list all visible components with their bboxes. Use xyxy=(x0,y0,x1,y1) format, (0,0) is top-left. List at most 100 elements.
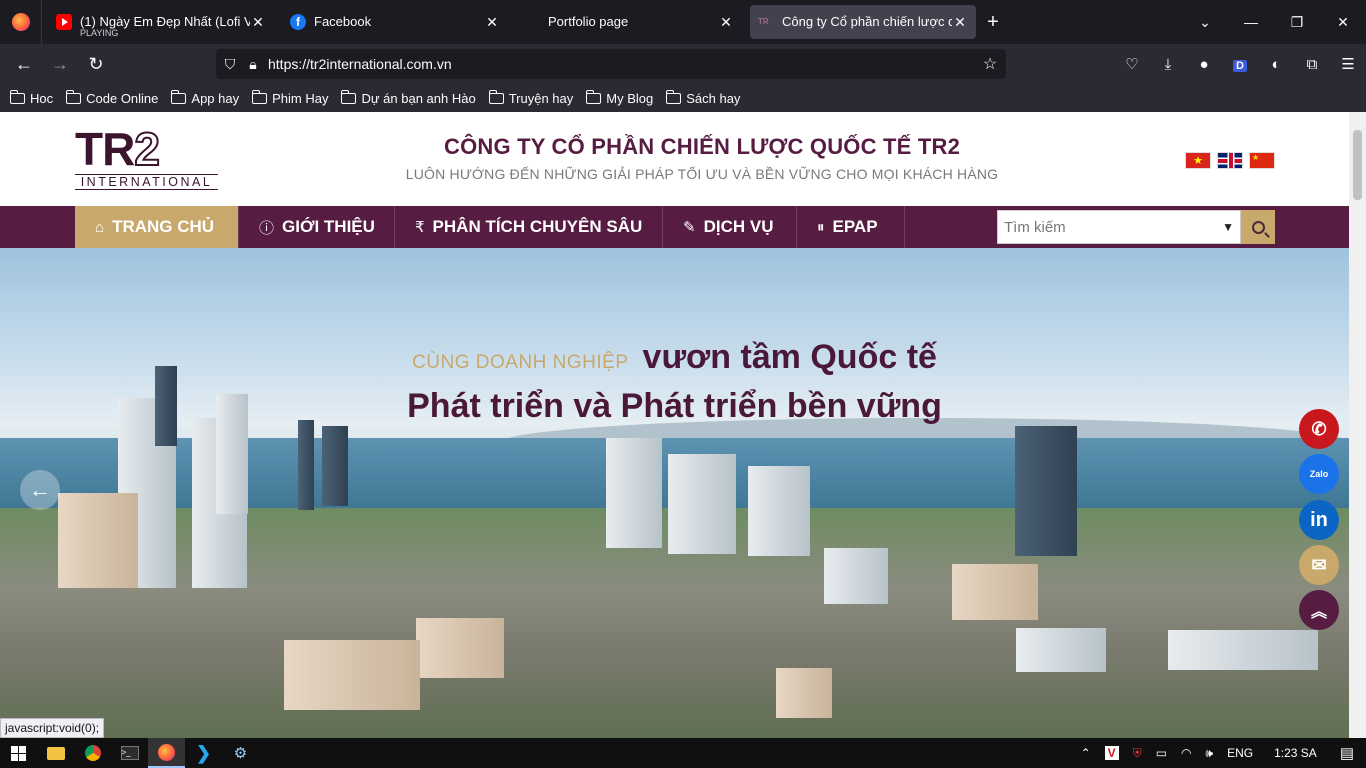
bookmark-star-icon[interactable]: ☆ xyxy=(974,54,1006,74)
menu-label: GIỚI THIỆU xyxy=(282,217,375,236)
search-input[interactable]: Tìm kiếm ▼ xyxy=(997,210,1241,244)
chrome-icon[interactable] xyxy=(74,738,111,768)
tab-tr2[interactable]: TR Công ty Cổ phần chiến lược qu ✕ xyxy=(750,5,976,39)
start-button[interactable] xyxy=(0,738,37,768)
language-switcher: ★ ★ xyxy=(1185,152,1275,169)
restore-icon[interactable]: ❐ xyxy=(1274,14,1320,31)
hero-headline: CÙNG DOANH NGHIỆP vươn tầm Quốc tế Phát t… xyxy=(0,338,1349,426)
bookmark-label: My Blog xyxy=(606,90,654,106)
tab-title: Facebook xyxy=(314,15,372,29)
scroll-top-button[interactable]: ︽ xyxy=(1299,590,1339,630)
extension-color-icon[interactable]: ◐ xyxy=(1258,56,1294,73)
shield-icon[interactable]: ⛉ xyxy=(216,56,244,73)
menu-item-home[interactable]: ⌂ TRANG CHỦ xyxy=(75,206,239,248)
back-icon[interactable]: ← xyxy=(6,54,42,75)
firefox-menu[interactable] xyxy=(0,0,42,44)
terminal-icon[interactable]: >_ xyxy=(111,738,148,768)
url-bar[interactable]: ⛉ 🔒︎ https://tr2international.com.vn ☆ xyxy=(216,49,1006,79)
building xyxy=(952,564,1038,620)
linkedin-button[interactable]: in xyxy=(1299,500,1339,540)
chevron-down-icon[interactable]: ▼ xyxy=(1222,220,1234,234)
notifications-icon[interactable]: ▤ xyxy=(1340,744,1354,762)
email-button[interactable]: ✉ xyxy=(1299,545,1339,585)
edit-icon: ✎ xyxy=(683,219,696,236)
bookmark-folder[interactable]: App hay xyxy=(171,89,240,106)
tab-list-icon[interactable]: ⌄ xyxy=(1182,14,1228,31)
close-icon[interactable]: ✕ xyxy=(484,14,500,31)
bookmark-folder[interactable]: Code Online xyxy=(66,89,158,106)
minimize-icon[interactable]: — xyxy=(1228,14,1274,30)
close-icon[interactable]: ✕ xyxy=(250,14,266,31)
hero-line-2: Phát triển và Phát triển bền vững xyxy=(407,387,942,425)
url-text[interactable]: https://tr2international.com.vn xyxy=(262,56,974,72)
lock-icon[interactable]: 🔒︎ xyxy=(244,56,262,73)
building xyxy=(606,438,662,548)
extension-cookie-icon[interactable]: ● xyxy=(1186,56,1222,73)
bookmark-label: Hoc xyxy=(30,90,54,106)
firefox-taskbar-icon[interactable] xyxy=(148,738,185,768)
clock[interactable]: 1:23 SA xyxy=(1274,746,1317,760)
search-placeholder: Tìm kiếm xyxy=(1004,218,1066,236)
uk-flag-icon[interactable] xyxy=(1217,152,1243,169)
menu-item-analysis[interactable]: ₹ PHÂN TÍCH CHUYÊN SÂU xyxy=(395,206,663,248)
slider-prev-button[interactable]: ← xyxy=(20,470,60,510)
bookmark-label: Dự án bạn anh Hào xyxy=(361,90,476,106)
file-explorer-icon[interactable] xyxy=(37,738,74,768)
site-logo[interactable]: TR2 INTERNATIONAL xyxy=(75,125,220,190)
shield-tray-icon[interactable]: ⛨ xyxy=(1133,746,1142,761)
volume-icon[interactable]: 🕪︎ xyxy=(1206,746,1214,761)
page-scrollbar[interactable] xyxy=(1349,112,1366,738)
menu-icon[interactable]: ☰ xyxy=(1330,55,1366,73)
folder-icon xyxy=(341,89,357,104)
building xyxy=(1016,628,1106,672)
wifi-icon[interactable]: ◠ xyxy=(1181,746,1191,760)
menu-item-services[interactable]: ✎ DỊCH VỤ xyxy=(663,206,797,248)
pause-icon: ⏸︎ xyxy=(817,218,825,236)
forward-icon[interactable]: → xyxy=(42,54,78,75)
new-tab-button[interactable]: + xyxy=(978,11,1008,34)
menu-item-about[interactable]: ⓘ GIỚI THIỆU xyxy=(239,206,395,248)
pocket-icon[interactable]: ♡ xyxy=(1114,55,1150,73)
bookmark-folder[interactable]: Truyện hay xyxy=(488,89,573,106)
bookmark-folder[interactable]: Hoc xyxy=(10,89,54,106)
firefox-icon xyxy=(11,13,30,31)
bookmark-folder[interactable]: Phim Hay xyxy=(252,89,329,106)
building xyxy=(748,466,810,556)
battery-icon[interactable]: ▭ xyxy=(1156,746,1167,760)
youtube-icon xyxy=(56,14,72,30)
tab-bar: (1) Ngày Em Đẹp Nhất (Lofi Ver PLAYING ✕… xyxy=(0,0,1366,44)
close-window-icon[interactable]: ✕ xyxy=(1320,14,1366,31)
reload-icon[interactable]: ↻ xyxy=(78,54,114,75)
search-icon xyxy=(1251,220,1265,234)
bookmark-label: Phim Hay xyxy=(272,90,329,106)
web-page: TR2 INTERNATIONAL CÔNG TY CỔ PHẦN CHIẾN … xyxy=(0,112,1349,738)
extension-d-icon[interactable]: D xyxy=(1222,56,1258,73)
bookmark-folder[interactable]: Dự án bạn anh Hào xyxy=(341,89,476,106)
building xyxy=(668,454,736,554)
china-flag-icon[interactable]: ★ xyxy=(1249,152,1275,169)
app-icon[interactable]: ⚙ xyxy=(222,738,259,768)
close-icon[interactable]: ✕ xyxy=(952,14,968,31)
extensions-icon[interactable]: ⧉ xyxy=(1294,56,1330,73)
search-button[interactable] xyxy=(1241,210,1275,244)
tab-facebook[interactable]: f Facebook ✕ xyxy=(282,5,508,39)
chevron-up-icon[interactable]: ⌃ xyxy=(1081,746,1091,760)
menu-item-epap[interactable]: ⏸︎ EPAP xyxy=(797,206,905,248)
folder-icon xyxy=(252,89,268,104)
bookmark-folder[interactable]: Sách hay xyxy=(666,89,740,106)
close-icon[interactable]: ✕ xyxy=(718,14,734,31)
vivaldi-tray-icon[interactable]: V xyxy=(1104,746,1119,760)
vietnam-flag-icon[interactable]: ★ xyxy=(1185,152,1211,169)
bookmark-label: App hay xyxy=(191,90,240,106)
download-icon[interactable]: ⤓ xyxy=(1150,56,1186,73)
vscode-icon[interactable]: ❯ xyxy=(185,738,222,768)
zalo-button[interactable]: Zalo xyxy=(1299,454,1339,494)
tab-portfolio[interactable]: Portfolio page ✕ xyxy=(516,5,742,39)
folder-icon xyxy=(10,89,25,104)
language-indicator[interactable]: ENG xyxy=(1227,746,1253,760)
bookmark-folder[interactable]: My Blog xyxy=(586,89,654,106)
phone-button[interactable]: ✆ xyxy=(1299,409,1339,449)
scrollbar-thumb[interactable] xyxy=(1353,130,1362,200)
tab-youtube[interactable]: (1) Ngày Em Đẹp Nhất (Lofi Ver PLAYING ✕ xyxy=(48,5,274,39)
main-menu: ⌂ TRANG CHỦ ⓘ GIỚI THIỆU ₹ PHÂN TÍCH CHUYÊN… xyxy=(0,206,1349,248)
